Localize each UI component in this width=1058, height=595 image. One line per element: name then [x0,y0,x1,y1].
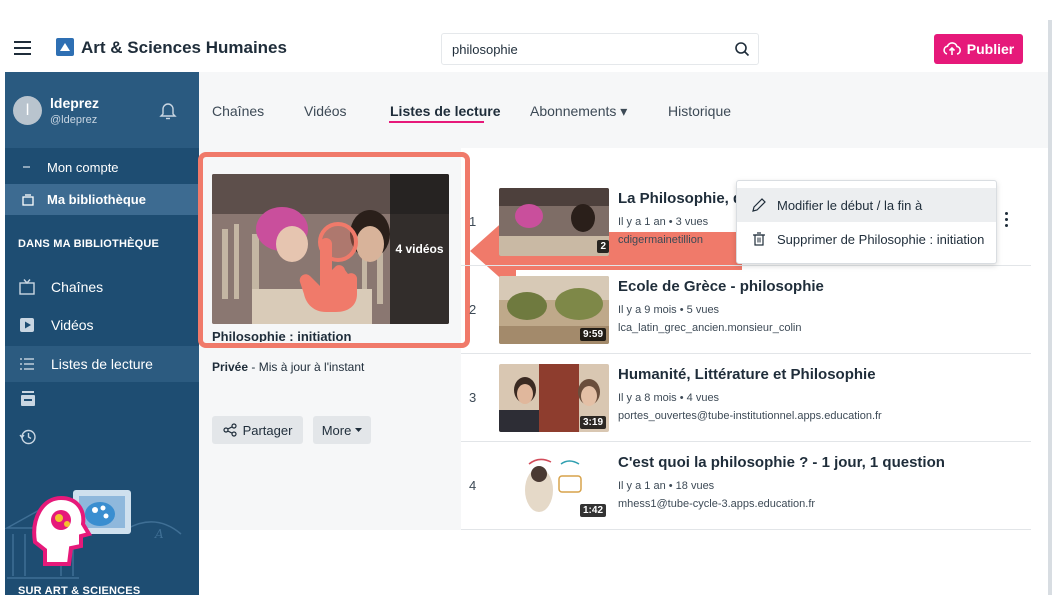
active-tab-indicator [389,121,484,123]
video-index: 4 [469,478,477,493]
video-thumbnail[interactable]: 1:42 [499,452,609,520]
logo-icon[interactable] [56,38,74,56]
playlist-video-row[interactable]: 2 9:59 Ecole de Grèce - philosophie Il y… [461,266,1031,354]
sidebar-section-title: DANS MA BIBLIOTHÈQUE [18,238,160,250]
scrollbar[interactable] [1048,20,1052,595]
top-header: Art & Sciences Humaines philosophie Publ… [0,0,1058,72]
share-label: Partager [242,422,293,438]
sidebar-item-account[interactable]: Mon compte [5,154,199,180]
svg-text:A: A [154,527,164,541]
subscriptions-icon[interactable] [19,390,37,408]
video-title[interactable]: Humanité, Littérature et Philosophie [618,366,876,383]
video-channel[interactable]: lca_latin_grec_ancien.monsieur_colin [618,322,801,334]
more-button[interactable]: More [313,416,371,444]
brand-illustration-icon: A [5,490,182,579]
remove-from-playlist-menu-item[interactable]: Supprimer de Philosophie : initiation [737,222,996,256]
bell-icon[interactable] [159,100,177,120]
menu-item-label: Supprimer de Philosophie : initiation [777,231,985,247]
more-options-icon[interactable] [1005,212,1009,230]
video-title[interactable]: C'est quoi la philosophie ? - 1 jour, 1 … [618,454,945,471]
video-index: 3 [469,390,477,405]
publish-button[interactable]: Publier [934,34,1023,64]
video-index: 1 [469,214,477,229]
tab-subscriptions[interactable]: Abonnements ▾ [530,103,627,120]
menu-icon[interactable] [14,41,31,59]
video-thumbnail[interactable]: 9:59 [499,276,609,344]
video-index: 2 [469,302,477,317]
video-meta: Il y a 8 mois • 4 vues [618,392,720,404]
video-meta: Il y a 1 an • 3 vues [618,216,709,228]
tab-channels[interactable]: Chaînes [212,103,264,119]
video-meta: Il y a 1 an • 18 vues [618,480,715,492]
tab-videos[interactable]: Vidéos [304,103,347,119]
profile-block[interactable]: l ldeprez @ldeprez [5,72,199,148]
video-channel[interactable]: cdigermainetillion [618,234,703,246]
avatar[interactable]: l [13,96,42,125]
caret-down-icon [355,427,363,432]
video-duration: 3:19 [579,416,606,429]
videos-icon [20,318,34,332]
history-icon[interactable] [19,428,37,446]
library-icon [22,193,34,206]
video-meta: Il y a 9 mois • 5 vues [618,304,720,316]
sidebar-item-videos[interactable]: Vidéos [5,307,199,343]
user-icon [23,166,30,168]
sidebar-footer-title: SUR ART & SCIENCES HUMAINES [18,585,141,595]
app-title[interactable]: Art & Sciences Humaines [81,38,287,58]
playlist-video-row[interactable]: 3 3:19 Humanité, Littérature et Philosop… [461,354,1031,442]
sidebar-item-channels[interactable]: Chaînes [5,269,199,305]
upload-cloud-icon [943,42,961,55]
privacy-status: Privée - Mis à jour à l'instant [212,360,364,374]
video-duration: 1:42 [579,504,606,517]
sidebar-item-label: Chaînes [51,279,104,295]
pencil-icon [752,198,766,212]
search-input[interactable]: philosophie [441,33,759,65]
video-title[interactable]: Ecole de Grèce - philosophie [618,278,824,295]
channels-icon [19,279,35,295]
search-icon[interactable] [734,41,750,57]
sidebar-item-label: Ma bibliothèque [47,192,146,207]
playlist-title[interactable]: Philosophie : initiation [212,329,351,342]
menu-item-label: Modifier le début / la fin à [777,197,923,213]
share-button[interactable]: Partager [212,416,303,444]
hand-pointer-icon [299,238,358,312]
sidebar: l ldeprez @ldeprez Mon compte Ma bibliot… [5,72,199,595]
video-thumbnail[interactable]: 3:19 [499,364,609,432]
search-value[interactable]: philosophie [452,42,518,57]
more-label: More [321,422,352,438]
share-icon [222,423,237,437]
video-thumbnail[interactable]: 2 [499,188,609,256]
playlist-video-row[interactable]: 4 1:42 C'est quoi la philosophie ? - 1 j… [461,442,1031,530]
tab-bar: Chaînes Vidéos Listes de lecture Abonnem… [199,72,1048,148]
user-handle: @ldeprez [50,114,98,126]
sidebar-item-playlists[interactable]: Listes de lecture [5,346,199,382]
sidebar-item-library[interactable]: Ma bibliothèque [5,184,199,215]
video-duration: 9:59 [579,328,606,341]
tab-playlists[interactable]: Listes de lecture [390,103,501,119]
trash-icon [753,232,765,246]
tab-history[interactable]: Historique [668,103,731,119]
video-channel[interactable]: mhess1@tube-cycle-3.apps.education.fr [618,498,815,510]
username[interactable]: ldeprez [50,95,99,111]
sidebar-item-label: Listes de lecture [51,356,153,372]
sidebar-item-label: Vidéos [51,317,94,333]
privacy-label: Privée [212,360,249,374]
video-channel[interactable]: portes_ouvertes@tube-institutionnel.apps… [618,410,882,422]
edit-timestamps-menu-item[interactable]: Modifier le début / la fin à [737,188,996,222]
playlist-icon [20,358,34,370]
video-title[interactable]: La Philosophie, qu [618,190,751,207]
publish-label: Publier [966,41,1015,57]
video-duration: 2 [597,240,609,253]
privacy-detail: - Mis à jour à l'instant [248,360,365,374]
video-context-menu: Modifier le début / la fin à Supprimer d… [736,180,997,264]
thumbnail-image [499,188,609,256]
sidebar-item-label: Mon compte [47,159,119,175]
